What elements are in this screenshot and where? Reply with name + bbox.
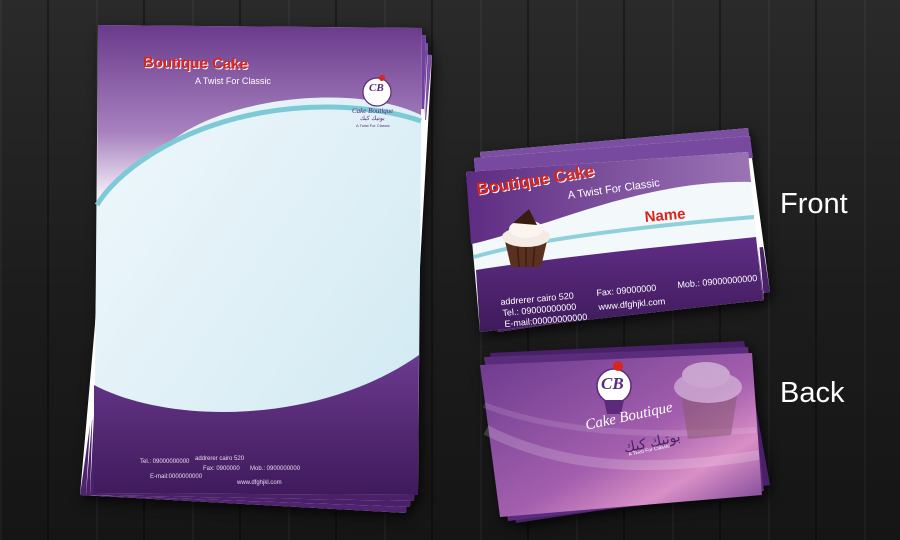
letterhead-logo-small-tagline: A Twist For Classic [356, 123, 390, 128]
cupcake-icon [502, 209, 550, 268]
letterhead-logo-monogram: CB [369, 82, 384, 94]
letterhead-tagline: A Twist For Classic [195, 76, 271, 86]
letterhead-logo-arabic: بوتيك كيك [360, 116, 385, 122]
letterhead-footer-mob: Mob.: 0900000000 [250, 466, 301, 472]
letterhead-brand-title: Boutique Cake [142, 54, 249, 73]
back-label: Back [780, 377, 845, 409]
letterhead-footer-web: www.dfghjkl.com [237, 480, 282, 486]
letterhead-logo-wordmark: Cake Boutique [352, 107, 394, 115]
letterhead-footer-email: E-mail:0000000000 [150, 474, 203, 480]
letterhead-footer-tel: Tel.: 09000000000 [140, 459, 190, 465]
letterhead-footer-fax: Fax: 0900000 [203, 466, 240, 472]
letterhead-footer-address: addrerer cairo 520 [195, 456, 245, 462]
card-back-logo-monogram: CB [601, 374, 624, 393]
card-front-name: Name [644, 205, 687, 226]
front-label: Front [780, 188, 848, 220]
